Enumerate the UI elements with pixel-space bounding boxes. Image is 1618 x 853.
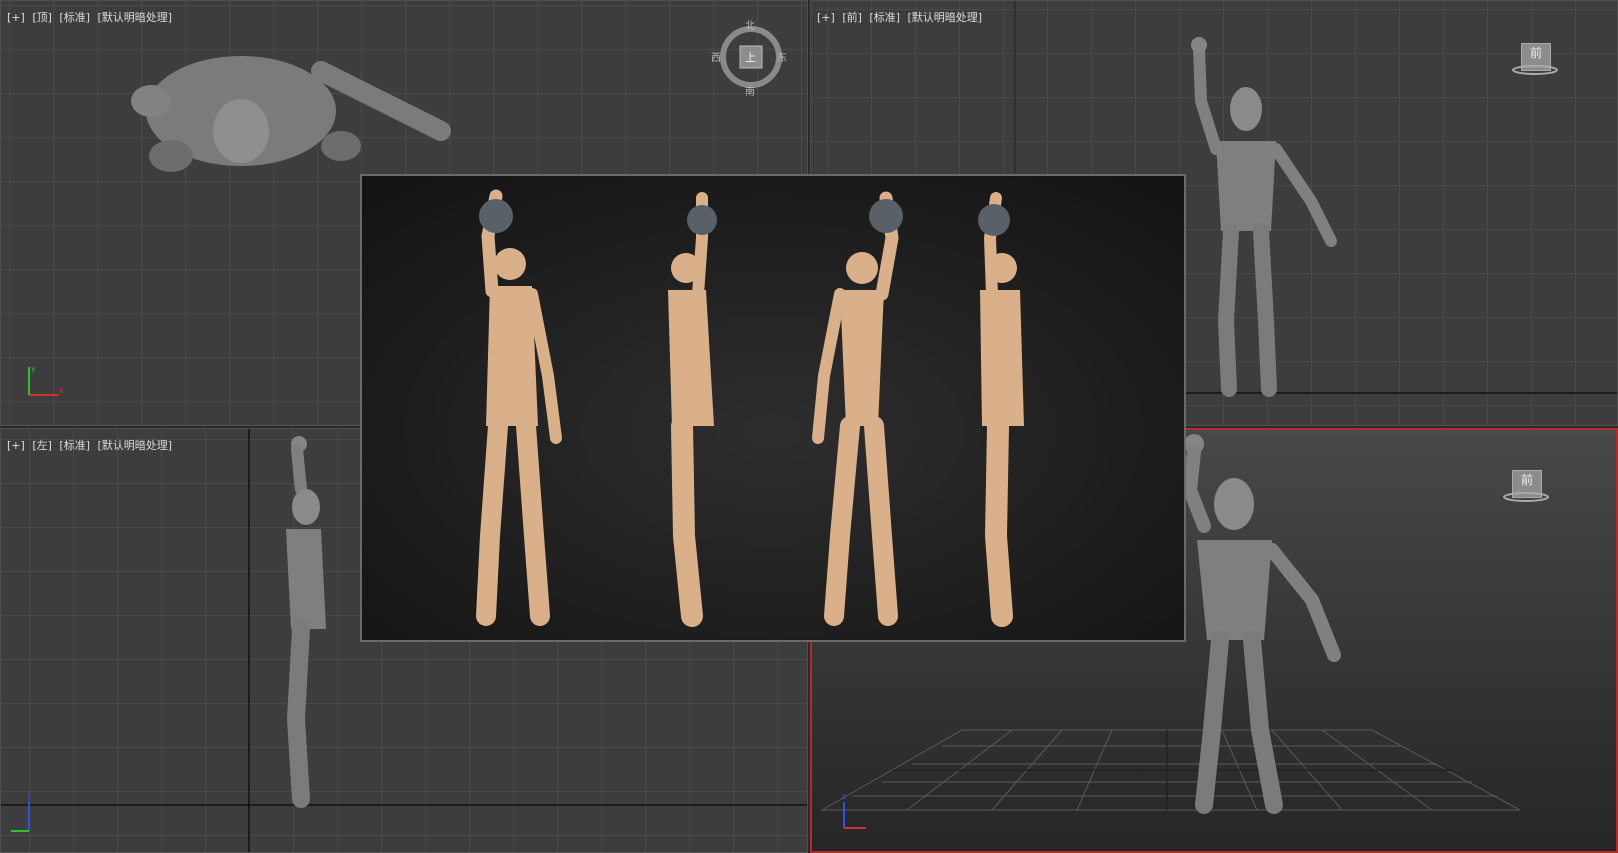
viewcube-face-top[interactable]: 上 [745, 49, 756, 65]
svg-text:z: z [842, 792, 846, 801]
viewport-shading-mode[interactable]: [默认明暗处理] [98, 11, 173, 24]
viewport-shading-mode[interactable]: [默认明暗处理] [98, 439, 173, 452]
viewport-label: [+] [前] [标准] [默认明暗处理] [817, 9, 986, 25]
viewport-label: [+] [顶] [标准] [默认明暗处理] [7, 9, 176, 25]
axis-tripod-icon: z [842, 792, 866, 829]
compass-west[interactable]: 西 [711, 49, 721, 64]
viewport-camera-mode[interactable]: [标准] [869, 11, 900, 24]
viewport-camera-mode[interactable]: [标准] [59, 11, 90, 24]
viewport-menu-plus[interactable]: [+] [817, 11, 835, 24]
render-figures [362, 176, 1184, 640]
compass-south[interactable]: 南 [745, 83, 755, 98]
axis-tripod-icon: x y [28, 364, 64, 396]
viewcube-ring-icon [1503, 492, 1549, 502]
compass-north[interactable]: 北 [745, 17, 755, 32]
viewport-menu-plus[interactable]: [+] [7, 439, 25, 452]
axis-tripod-icon: z [11, 792, 31, 832]
viewport-shading-mode[interactable]: [默认明暗处理] [908, 11, 983, 24]
viewport-view-name[interactable]: [顶] [32, 11, 52, 24]
viewport-view-name[interactable]: [左] [32, 439, 52, 452]
viewport-view-name[interactable]: [前] [842, 11, 862, 24]
turnaround-render-image [360, 174, 1186, 642]
viewport-label: [+] [左] [标准] [默认明暗处理] [7, 437, 176, 453]
viewport-camera-mode[interactable]: [标准] [59, 439, 90, 452]
viewcube-face-front[interactable]: 前 [1530, 46, 1542, 60]
svg-text:x: x [59, 386, 64, 395]
viewcube-compass[interactable]: 北 南 东 西 上 [711, 17, 789, 98]
viewport-menu-plus[interactable]: [+] [7, 11, 25, 24]
compass-east[interactable]: 东 [777, 49, 787, 64]
viewcube-ring-icon [1512, 65, 1558, 75]
svg-text:y: y [31, 364, 36, 373]
viewcube-face-front[interactable]: 前 [1521, 473, 1533, 487]
svg-text:z: z [27, 792, 31, 801]
